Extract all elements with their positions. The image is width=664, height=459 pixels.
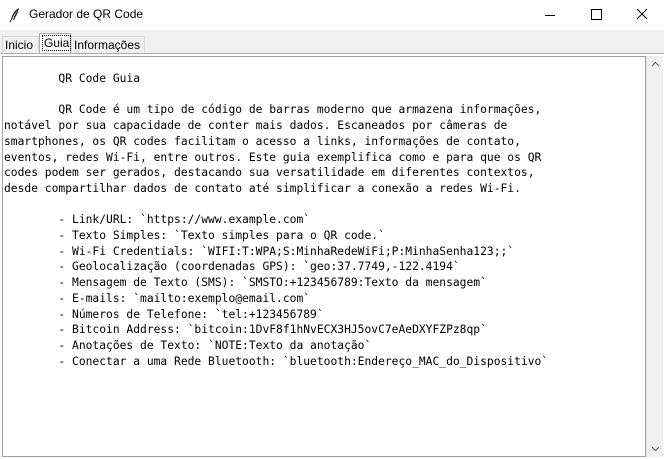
scroll-up-arrow-icon	[651, 61, 660, 67]
tab-label: Guia	[42, 35, 72, 51]
close-icon	[636, 8, 648, 20]
tab-inicio[interactable]: Inicio	[2, 36, 39, 52]
maximize-icon	[591, 9, 602, 20]
guide-text-area[interactable]: QR Code Guia QR Code é um tipo de código…	[2, 56, 646, 457]
scroll-up-button[interactable]	[647, 56, 664, 73]
tab-label: Inicio	[5, 38, 34, 52]
window-title: Gerador de QR Code	[29, 7, 144, 21]
minimize-icon	[545, 15, 555, 16]
close-button[interactable]	[619, 0, 664, 30]
tab-informacoes[interactable]: Informações	[71, 36, 145, 52]
tab-guia[interactable]: Guia	[39, 33, 72, 53]
minimize-button[interactable]	[527, 0, 573, 30]
vertical-scrollbar[interactable]	[646, 56, 663, 457]
tab-label: Informações	[74, 38, 141, 52]
scroll-down-button[interactable]	[647, 440, 664, 457]
tab-strip: Inicio Guia Informações	[0, 30, 664, 54]
guide-text: QR Code Guia QR Code é um tipo de código…	[4, 72, 549, 368]
maximize-button[interactable]	[573, 0, 619, 30]
scroll-down-arrow-icon	[651, 446, 660, 452]
feather-icon	[8, 7, 22, 23]
title-bar[interactable]: Gerador de QR Code	[0, 0, 664, 30]
app-window: Gerador de QR Code Inicio Guia Informaçõ…	[0, 0, 664, 459]
